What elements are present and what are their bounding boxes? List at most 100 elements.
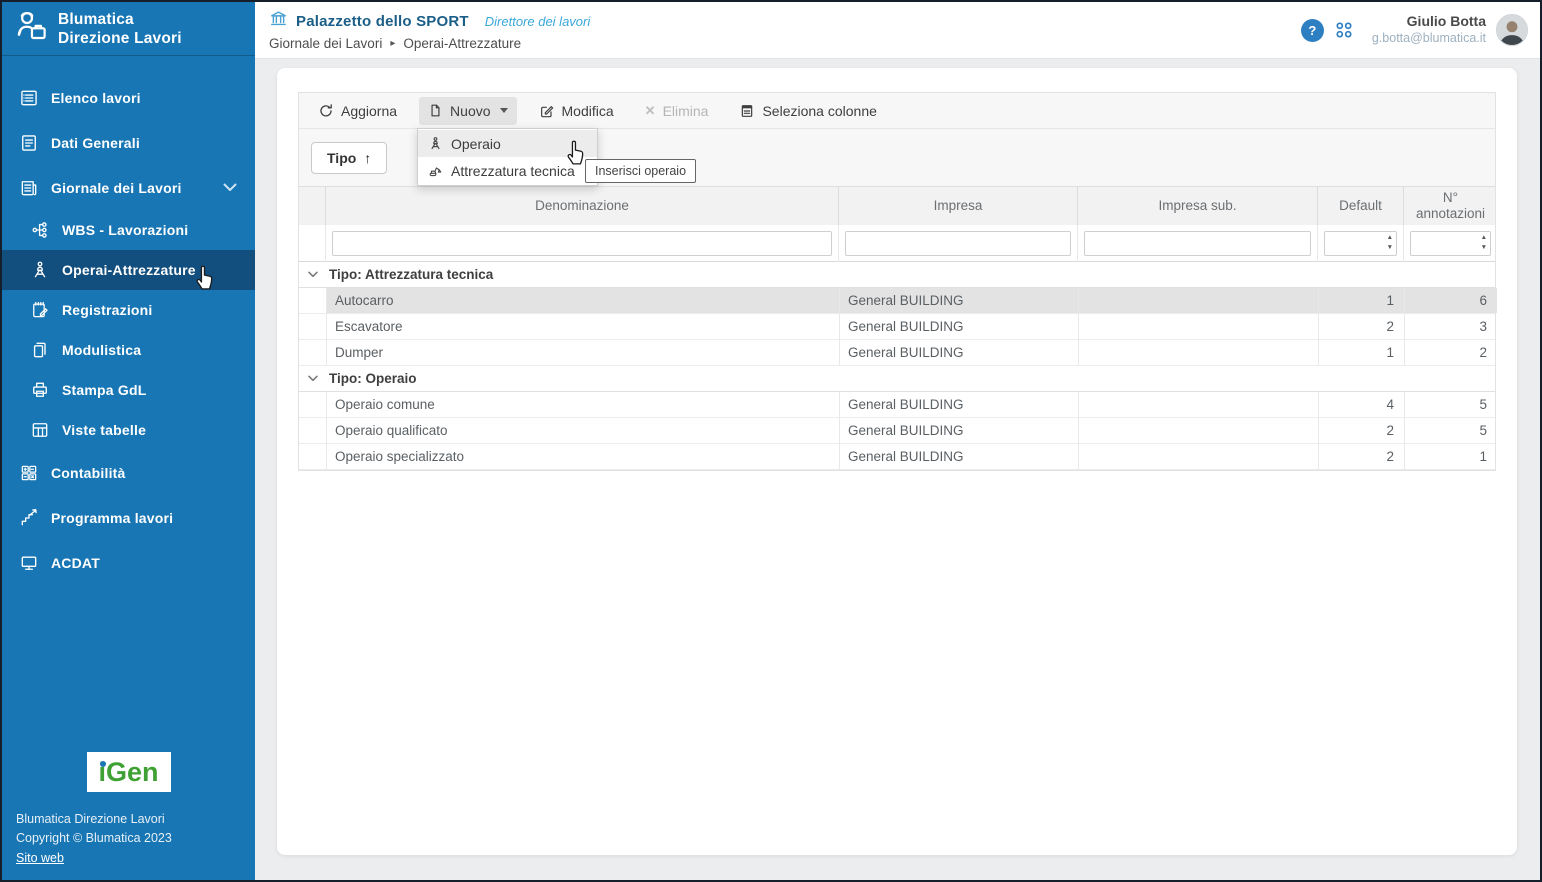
tooltip-inserisci-operaio: Inserisci operaio [585,159,696,183]
footer-copyright: Copyright © Blumatica 2023 [16,829,172,848]
user-name: Giulio Botta [1372,13,1486,31]
cell-denominazione: Operaio specializzato [326,444,839,469]
refresh-button[interactable]: Aggiorna [309,97,406,125]
new-dropdown-menu: Operaio Attrezzatura tecnica [417,128,598,186]
apps-grid-icon[interactable] [1334,20,1354,40]
breadcrumb: Giornale dei Lavori ▸ Operai-Attrezzatur… [269,36,590,51]
sidebar-item-label: Stampa GdL [62,382,146,398]
column-header-default[interactable]: Default [1318,187,1404,225]
spin-up-icon[interactable]: ▲ [1481,233,1487,243]
sidebar-item-label: Modulistica [62,342,141,358]
sidebar-item-viste-tabelle[interactable]: Viste tabelle [2,410,255,450]
footer-website-link[interactable]: Sito web [16,851,64,865]
cell-default: 2 [1318,444,1404,469]
delete-button-label: Elimina [663,103,709,119]
group-row-operaio[interactable]: Tipo: Operaio [299,366,1495,392]
sidebar-item-dati-generali[interactable]: Dati Generali [2,120,255,165]
edit-button[interactable]: Modifica [530,97,623,125]
igen-logo-text: iGen [98,757,158,788]
brand: Blumatica Direzione Lavori [2,2,255,56]
avatar[interactable] [1496,14,1528,46]
sidebar-nav: Elenco lavori Dati Generali Giornale dei… [2,75,255,585]
cell-denominazione: Escavatore [326,314,839,339]
table-row[interactable]: Operaio specializzato General BUILDING 2… [299,444,1495,470]
cell-denominazione: Operaio comune [326,392,839,417]
footer-app-name: Blumatica Direzione Lavori [16,810,172,829]
sidebar-item-label: Contabilità [51,465,126,481]
new-button-label: Nuovo [450,103,490,119]
filter-input-default[interactable]: ▲▼ [1324,231,1397,256]
cell-impresa-sub [1078,288,1318,313]
sidebar-item-giornale-dei-lavori[interactable]: Giornale dei Lavori [2,165,255,210]
sidebar-item-label: Registrazioni [62,302,153,318]
cell-impresa: General BUILDING [839,418,1078,443]
spin-down-icon[interactable]: ▼ [1387,243,1393,253]
sidebar-item-label: Operai-Attrezzature [62,262,196,278]
sidebar-item-label: Programma lavori [51,510,173,526]
project-title: Palazzetto dello SPORT [296,13,469,30]
table-row[interactable]: Operaio comune General BUILDING 4 5 [299,392,1495,418]
menu-item-operaio[interactable]: Operaio [418,130,597,157]
table-row[interactable]: Autocarro General BUILDING 1 6 [299,288,1495,314]
cell-denominazione: Autocarro [326,288,839,313]
new-button[interactable]: Nuovo [419,97,516,125]
table-row[interactable]: Dumper General BUILDING 1 2 [299,340,1495,366]
group-row-attrezzatura[interactable]: Tipo: Attrezzatura tecnica [299,262,1495,288]
cell-impresa: General BUILDING [839,340,1078,365]
spin-down-icon[interactable]: ▼ [1481,243,1487,253]
sidebar-item-wbs-lavorazioni[interactable]: WBS - Lavorazioni [2,210,255,250]
filter-cell-expand [299,225,326,262]
table-row[interactable]: Escavatore General BUILDING 2 3 [299,314,1495,340]
filter-input-impresa-sub[interactable] [1084,231,1311,256]
sidebar-item-programma-lavori[interactable]: Programma lavori [2,495,255,540]
filter-input-impresa[interactable] [845,231,1071,256]
chevron-down-icon[interactable] [299,375,326,382]
worker-icon [428,136,443,151]
sidebar-item-label: WBS - Lavorazioni [62,222,188,238]
project-role: Direttore dei lavori [485,14,591,29]
select-columns-button[interactable]: Seleziona colonne [730,97,885,125]
newspaper-icon [18,177,40,199]
column-header-denominazione[interactable]: Denominazione [326,187,839,225]
sidebar: Blumatica Direzione Lavori Elenco lavori… [2,2,255,880]
table-row[interactable]: Operaio qualificato General BUILDING 2 5 [299,418,1495,444]
brand-line1: Blumatica [58,10,182,29]
calculator-icon [18,462,40,484]
filter-input-denominazione[interactable] [332,231,832,256]
filter-input-annotazioni[interactable]: ▲▼ [1410,231,1491,256]
sidebar-item-acdat[interactable]: ACDAT [2,540,255,585]
cell-impresa: General BUILDING [839,288,1078,313]
group-chip-tipo[interactable]: Tipo ↑ [311,142,387,174]
sidebar-item-operai-attrezzature[interactable]: Operai-Attrezzature [2,250,255,290]
menu-item-attrezzatura-tecnica[interactable]: Attrezzatura tecnica [418,157,597,184]
cell-impresa-sub [1078,392,1318,417]
cell-impresa-sub [1078,340,1318,365]
sidebar-item-elenco-lavori[interactable]: Elenco lavori [2,75,255,120]
monitor-icon [18,552,40,574]
list-icon [18,87,40,109]
igen-logo: iGen [87,752,171,792]
column-header-annotazioni[interactable]: N° annotazioni [1404,187,1497,225]
sidebar-item-modulistica[interactable]: Modulistica [2,330,255,370]
delete-button[interactable]: ✕ Elimina [636,97,718,125]
column-header-impresa[interactable]: Impresa [839,187,1078,225]
content-card: Aggiorna Nuovo Modifica ✕ [277,68,1517,855]
edit-icon [539,103,555,119]
breadcrumb-parent[interactable]: Giornale dei Lavori [269,36,382,51]
help-button[interactable]: ? [1301,19,1324,42]
cell-impresa-sub [1078,418,1318,443]
brand-line2: Direzione Lavori [58,29,182,48]
gantt-steps-icon [18,507,40,529]
chevron-down-icon[interactable] [299,271,326,278]
column-header-impresa-sub[interactable]: Impresa sub. [1078,187,1318,225]
cell-impresa: General BUILDING [839,444,1078,469]
spin-up-icon[interactable]: ▲ [1387,233,1393,243]
sidebar-item-stampa-gdl[interactable]: Stampa GdL [2,370,255,410]
sidebar-item-contabilita[interactable]: Contabilità [2,450,255,495]
group-row-label: Tipo: Operaio [326,371,1495,386]
cell-denominazione: Dumper [326,340,839,365]
worker-icon [29,259,51,281]
chevron-down-icon[interactable] [223,183,237,192]
sidebar-item-registrazioni[interactable]: Registrazioni [2,290,255,330]
delete-x-icon: ✕ [645,103,656,119]
